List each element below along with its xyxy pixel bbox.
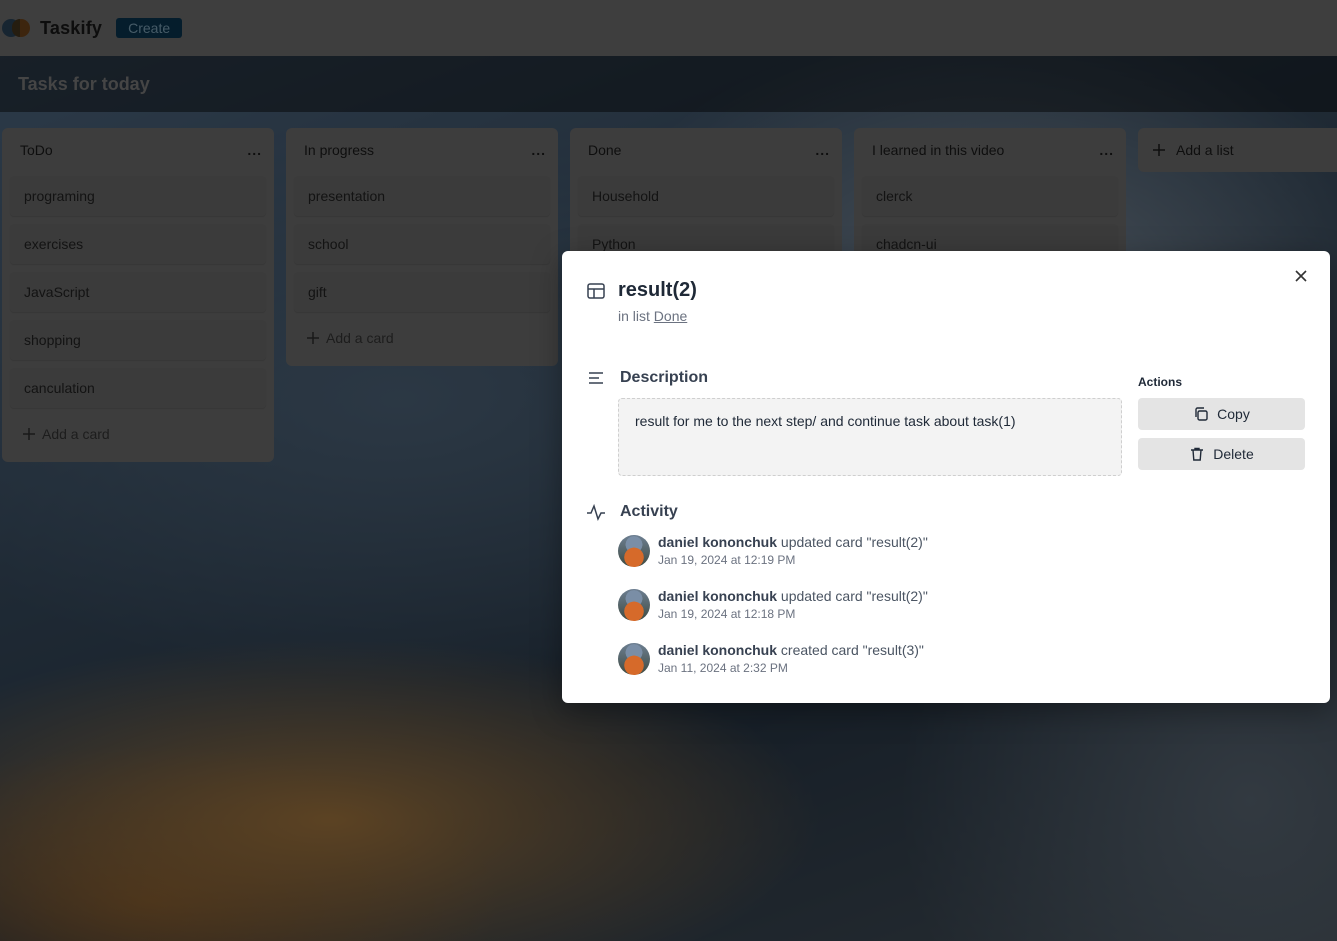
card-list-info: in list Done [618, 308, 687, 324]
copy-icon [1195, 407, 1208, 421]
delete-label: Delete [1213, 446, 1254, 462]
avatar [618, 535, 650, 567]
description-field[interactable]: result for me to the next step/ and cont… [618, 398, 1122, 476]
activity-action: updated card "result(2)" [780, 588, 928, 604]
activity-text: daniel kononchuk updated card "result(2)… [658, 533, 928, 551]
activity-text: daniel kononchuk created card "result(3)… [658, 641, 924, 659]
in-list-prefix: in list [618, 308, 650, 324]
list-link[interactable]: Done [654, 308, 687, 324]
card-title[interactable]: result(2) [618, 279, 697, 302]
activity-time: Jan 11, 2024 at 2:32 PM [658, 661, 788, 675]
avatar [618, 589, 650, 621]
activity-item: daniel kononchuk updated card "result(2)… [618, 533, 928, 569]
actions-heading: Actions [1138, 375, 1183, 389]
trash-icon [1191, 447, 1204, 461]
avatar [618, 643, 650, 675]
activity-section-header: Activity [586, 502, 678, 522]
close-icon [1295, 270, 1307, 282]
activity-item: daniel kononchuk created card "result(3)… [618, 641, 924, 677]
activity-action: updated card "result(2)" [780, 534, 928, 550]
close-button[interactable] [1292, 267, 1310, 285]
activity-action: created card "result(3)" [780, 642, 924, 658]
align-left-icon [589, 372, 603, 384]
activity-icon [587, 503, 605, 522]
activity-heading: Activity [620, 503, 678, 520]
activity-user: daniel kononchuk [658, 534, 778, 550]
activity-item: daniel kononchuk updated card "result(2)… [618, 587, 928, 623]
description-heading: Description [620, 369, 709, 386]
copy-label: Copy [1217, 406, 1250, 422]
activity-user: daniel kononchuk [658, 588, 778, 604]
layout-icon [587, 282, 605, 299]
activity-time: Jan 19, 2024 at 12:18 PM [658, 607, 796, 621]
card-modal: result(2) in list Done Description resul… [562, 251, 1330, 703]
activity-time: Jan 19, 2024 at 12:19 PM [658, 553, 796, 567]
copy-button[interactable]: Copy [1138, 398, 1305, 430]
card-title-row: result(2) [586, 279, 697, 302]
activity-text: daniel kononchuk updated card "result(2)… [658, 587, 928, 605]
delete-button[interactable]: Delete [1138, 438, 1305, 470]
activity-user: daniel kononchuk [658, 642, 778, 658]
description-section-header: Description [586, 368, 708, 388]
